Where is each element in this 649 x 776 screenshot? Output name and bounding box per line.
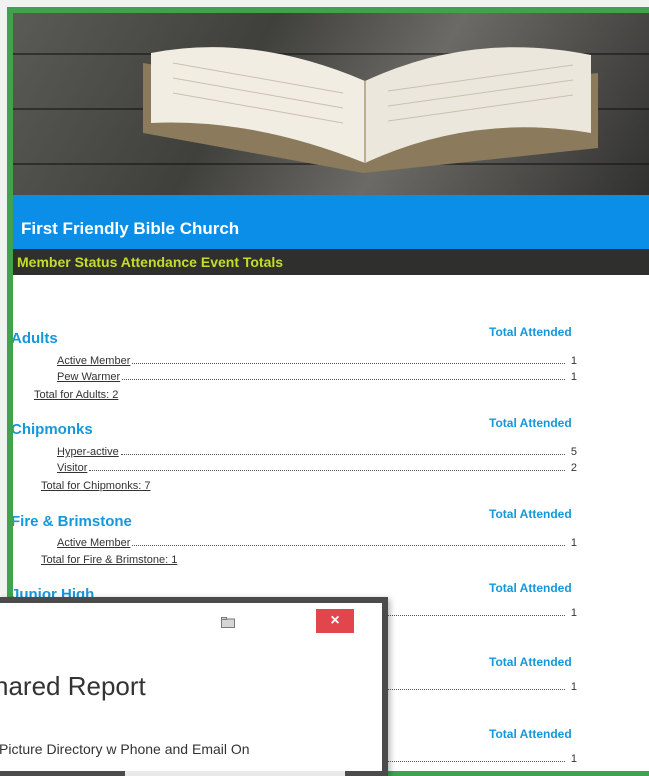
list-item[interactable]: Hyper-active 5 <box>57 446 577 458</box>
status-label: Active Member <box>57 537 131 549</box>
list-item[interactable]: Active Member 1 <box>57 355 577 367</box>
total-attended-header: Total Attended <box>489 325 572 339</box>
close-button[interactable]: × <box>316 609 354 633</box>
group-total[interactable]: Total for Chipmonks: 7 <box>41 480 150 492</box>
dialog-input[interactable] <box>125 771 345 776</box>
group-title: Adults <box>11 330 58 347</box>
screen: First Friendly Bible Church Member Statu… <box>0 0 649 776</box>
status-label: Active Member <box>57 355 131 367</box>
church-name: First Friendly Bible Church <box>21 219 240 238</box>
group-total[interactable]: Total for Fire & Brimstone: 1 <box>41 554 177 566</box>
status-label: Visitor <box>57 462 88 474</box>
attendance-count: 1 <box>570 537 577 549</box>
group-total[interactable]: Total for Adults: 2 <box>34 389 118 401</box>
report-name-text: Picture Directory w Phone and Email On <box>0 741 250 757</box>
attendance-count: 5 <box>570 446 577 458</box>
total-attended-header: Total Attended <box>489 655 572 669</box>
total-attended-header: Total Attended <box>489 507 572 521</box>
attendance-count: 1 <box>570 355 577 367</box>
report-title-bar: Member Status Attendance Event Totals <box>13 249 649 275</box>
church-header: First Friendly Bible Church <box>13 195 649 249</box>
folder-icon[interactable] <box>221 617 235 628</box>
bible-photo <box>13 13 649 195</box>
total-attended-header: Total Attended <box>489 581 572 595</box>
list-item[interactable]: Active Member 1 <box>57 537 577 549</box>
list-item[interactable]: Pew Warmer 1 <box>57 371 577 383</box>
group-title: Fire & Brimstone <box>11 513 132 530</box>
attendance-count: 1 <box>570 607 577 619</box>
status-label: Pew Warmer <box>57 371 121 383</box>
report-title: Member Status Attendance Event Totals <box>17 254 284 270</box>
attendance-count: 2 <box>570 462 577 474</box>
dialog-title: hared Report <box>0 671 146 701</box>
attendance-count: 1 <box>570 371 577 383</box>
status-label: Hyper-active <box>57 446 119 458</box>
list-item[interactable]: Visitor 2 <box>57 462 577 474</box>
attendance-count: 1 <box>570 753 577 765</box>
group-title: Chipmonks <box>11 421 93 438</box>
open-bible-icon <box>143 47 598 173</box>
total-attended-header: Total Attended <box>489 727 572 741</box>
total-attended-header: Total Attended <box>489 416 572 430</box>
shared-report-dialog: × hared Report Picture Directory w Phone… <box>0 597 388 776</box>
attendance-count: 1 <box>570 681 577 693</box>
